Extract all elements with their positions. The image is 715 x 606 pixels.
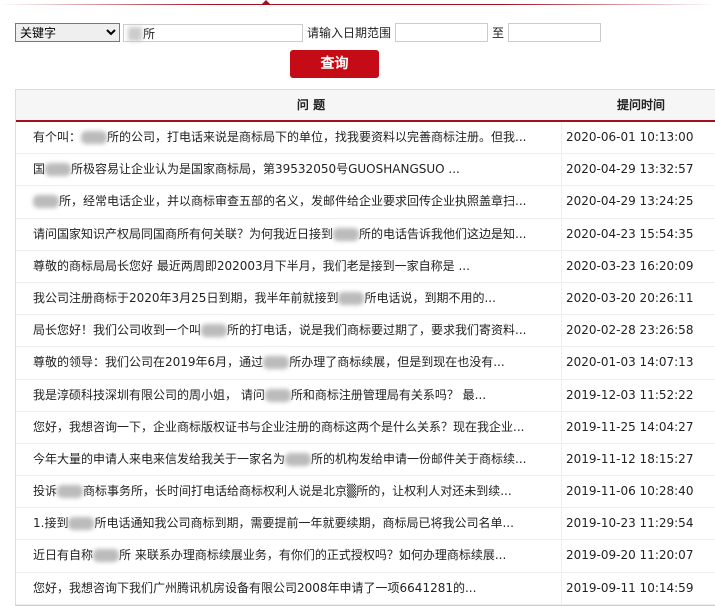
question-text-rest: 所的公司，打电话来说是商标局下的单位，找我要资料以完善商标注册。但我...: [107, 130, 527, 144]
question-link[interactable]: 我公司注册商标于2020年3月25日到期，我半年前就接到 所电话说，到期不用的..…: [16, 282, 562, 315]
table-row: 尊敬的领导：我们公司在2019年6月，通过 所办理了商标续展，但是到现在也没有..…: [16, 347, 715, 380]
table-row: 今年大量的申请人来电来信发给我关于一家名为 所的机构发给申请一份邮件关于商标续..…: [16, 443, 715, 477]
header-question: 问 题: [296, 98, 326, 112]
question-text: 请问国家知识产权局同国商所有何关联？为何我近日接到: [33, 226, 334, 241]
questions-table: 问 题 提问时间 有个叫： 所的公司，打电话来说是商标局下的单位，找我要资料以完善…: [15, 89, 715, 606]
question-text: 我是淳硕科技深圳有限公司的周小姐， 请问: [33, 387, 265, 402]
table-row: 有个叫： 所的公司，打电话来说是商标局下的单位，找我要资料以完善商标注册。但我..…: [16, 122, 715, 155]
question-text: 近日有自称: [33, 548, 94, 563]
question-link[interactable]: 请问国家知识产权局同国商所有何关联？为何我近日接到 所的电话告诉我他们这边是知..…: [16, 218, 562, 250]
question-time: 2019-11-12 18:15:27: [566, 451, 694, 466]
table-row: 请问国家知识产权局同国商所有何关联？为何我近日接到 所的电话告诉我他们这边是知..…: [16, 218, 715, 251]
table-row: 近日有自称 所 来联系办理商标续展业务，有你们的正式授权吗？如何办理商标续展...…: [16, 540, 715, 573]
question-time: 2020-04-23 15:54:35: [566, 226, 694, 241]
header-time: 提问时间: [616, 98, 665, 112]
divider-caret-icon: [262, 0, 270, 4]
question-text: 有个叫：: [33, 130, 82, 144]
redacted-blur: [201, 324, 228, 338]
date-to-input[interactable]: [508, 23, 602, 42]
redacted-blur: [128, 27, 142, 41]
top-divider: [0, 4, 715, 5]
question-text-rest: 所电话通知我公司商标到期，需要提前一年就要续期，商标局已将我公司名单...: [94, 516, 514, 531]
question-text-rest: 所，经常电话企业，并以商标审查五部的名义，发邮件给企业要求回传企业执照盖章扫..…: [59, 194, 527, 209]
question-text-rest: 商标事务所，长时间打电话给商标权利人说是北京▒所的，让权利人对还未到续...: [83, 484, 512, 499]
question-link[interactable]: 近日有自称 所 来联系办理商标续展业务，有你们的正式授权吗？如何办理商标续展...: [16, 540, 562, 572]
table-row: 1.接到 所电话通知我公司商标到期，需要提前一年就要续期，商标局已将我公司名单..…: [16, 508, 715, 541]
keyword-value: 所: [143, 26, 156, 41]
question-link[interactable]: 国 所极容易让企业认为是国家商标局，第39532050号GUOSHANGSUO .…: [16, 154, 562, 186]
question-time: 2019-09-20 11:20:07: [566, 548, 694, 563]
redacted-blur: [333, 227, 360, 241]
question-text: 您好，我想咨询一下，企业商标版权证书与企业注册的商标这两个是什么关系？现在我企业…: [33, 419, 525, 434]
question-time: 2019-11-25 14:04:27: [566, 419, 694, 434]
question-text: 您好，我想咨询下我们广州腾讯机房设备有限公司2008年申请了一项6641281的…: [33, 580, 477, 595]
redacted-blur: [45, 163, 72, 177]
redacted-blur: [93, 549, 120, 563]
question-link[interactable]: 所，经常电话企业，并以商标审查五部的名义，发邮件给企业要求回传企业执照盖章扫..…: [16, 186, 562, 218]
redacted-blur: [264, 388, 291, 402]
question-text-rest: 所和商标注册管理局有关系吗？ 最...: [290, 387, 487, 402]
table-header: 问 题 提问时间: [16, 90, 715, 122]
question-link[interactable]: 有个叫： 所的公司，打电话来说是商标局下的单位，找我要资料以完善商标注册。但我..…: [16, 122, 562, 154]
question-text: 尊敬的领导：我们公司在2019年6月，通过: [33, 355, 264, 370]
table-row: 国 所极容易让企业认为是国家商标局，第39532050号GUOSHANGSUO .…: [16, 154, 715, 187]
question-link[interactable]: 今年大量的申请人来电来信发给我关于一家名为 所的机构发给申请一份邮件关于商标续..…: [16, 443, 562, 476]
question-link[interactable]: 您好，我想咨询一下，企业商标版权证书与企业注册的商标这两个是什么关系？现在我企业…: [16, 411, 562, 443]
question-time: 2019-09-11 10:14:59: [566, 580, 694, 595]
table-row: 您好，我想咨询一下，企业商标版权证书与企业注册的商标这两个是什么关系？现在我企业…: [16, 411, 715, 444]
redacted-blur: [338, 291, 365, 305]
question-link[interactable]: 投诉 商标事务所，长时间打电话给商标权利人说是北京▒所的，让权利人对还未到续...: [16, 476, 562, 508]
question-text: 1.接到: [33, 516, 69, 531]
question-text-rest: 所电话说，到期不用的...: [364, 290, 496, 305]
table-row: 尊敬的商标局局长您好 最近两周即202003月下半月，我们老是接到一家自称是 .…: [16, 250, 715, 283]
date-range-label: 请输入日期范围: [307, 26, 392, 40]
redacted-blur: [263, 356, 290, 370]
question-time: 2019-11-06 10:28:40: [566, 484, 694, 499]
date-from-input[interactable]: [395, 23, 489, 42]
redacted-blur: [81, 131, 108, 144]
question-time: 2020-03-23 16:20:09: [566, 258, 694, 273]
question-text: 局长您好！我们公司收到一个叫: [33, 323, 202, 338]
question-text: 国: [33, 162, 46, 177]
question-link[interactable]: 尊敬的商标局局长您好 最近两周即202003月下半月，我们老是接到一家自称是 .…: [16, 250, 562, 282]
question-time: 2020-04-29 13:24:25: [566, 194, 694, 209]
search-bar: 关键字 所 请输入日期范围 至: [15, 23, 602, 42]
date-to-label: 至: [492, 26, 505, 40]
question-time: 2020-04-29 13:32:57: [566, 162, 694, 177]
redacted-blur: [68, 517, 95, 531]
question-text: 尊敬的商标局局长您好 最近两周即202003月下半月，我们老是接到一家自称是 .…: [33, 258, 470, 273]
question-link[interactable]: 尊敬的领导：我们公司在2019年6月，通过 所办理了商标续展，但是到现在也没有..…: [16, 347, 562, 379]
question-time: 2020-02-28 23:26:58: [566, 323, 694, 338]
redacted-blur: [33, 195, 59, 209]
question-text-rest: 所办理了商标续展，但是到现在也没有...: [289, 355, 505, 370]
search-button[interactable]: 查询: [290, 50, 379, 78]
question-time: 2020-01-03 14:07:13: [566, 355, 694, 370]
table-row: 我公司注册商标于2020年3月25日到期，我半年前就接到 所电话说，到期不用的..…: [16, 282, 715, 316]
question-time: 2020-03-20 20:26:11: [566, 290, 694, 305]
question-text-rest: 所的打电话，说是我们商标要过期了，要求我们寄资料...: [227, 323, 527, 338]
question-link[interactable]: 您好，我想咨询下我们广州腾讯机房设备有限公司2008年申请了一项6641281的…: [16, 572, 562, 604]
question-time: 2020-06-01 10:13:00: [566, 130, 694, 144]
table-row: 投诉 商标事务所，长时间打电话给商标权利人说是北京▒所的，让权利人对还未到续...…: [16, 476, 715, 509]
question-text-rest: 所极容易让企业认为是国家商标局，第39532050号GUOSHANGSUO ..…: [71, 162, 460, 177]
question-text: 我公司注册商标于2020年3月25日到期，我半年前就接到: [33, 290, 339, 305]
keyword-input[interactable]: 所: [123, 23, 303, 42]
question-time: 2019-12-03 11:52:22: [566, 387, 694, 402]
field-select[interactable]: 关键字: [15, 23, 120, 42]
question-text-rest: 所的机构发给申请一份邮件关于商标续...: [311, 451, 527, 466]
question-text-rest: 所的电话告诉我他们这边是知...: [359, 226, 527, 241]
table-row: 所，经常电话企业，并以商标审查五部的名义，发邮件给企业要求回传企业执照盖章扫..…: [16, 186, 715, 219]
redacted-blur: [57, 485, 84, 499]
question-text-rest: 所 来联系办理商标续展业务，有你们的正式授权吗？如何办理商标续展...: [119, 548, 507, 563]
table-row: 局长您好！我们公司收到一个叫 所的打电话，说是我们商标要过期了，要求我们寄资料..…: [16, 315, 715, 348]
question-text: 今年大量的申请人来电来信发给我关于一家名为: [33, 451, 286, 466]
question-text: 投诉: [33, 484, 58, 499]
redacted-blur: [285, 452, 312, 466]
question-link[interactable]: 1.接到 所电话通知我公司商标到期，需要提前一年就要续期，商标局已将我公司名单..…: [16, 508, 562, 540]
question-time: 2019-10-23 11:29:54: [566, 516, 694, 531]
question-link[interactable]: 局长您好！我们公司收到一个叫 所的打电话，说是我们商标要过期了，要求我们寄资料..…: [16, 315, 562, 347]
question-link[interactable]: 我是淳硕科技深圳有限公司的周小姐， 请问 所和商标注册管理局有关系吗？ 最...: [16, 379, 562, 411]
table-row: 您好，我想咨询下我们广州腾讯机房设备有限公司2008年申请了一项6641281的…: [16, 572, 715, 605]
table-row: 我是淳硕科技深圳有限公司的周小姐， 请问 所和商标注册管理局有关系吗？ 最... 2…: [16, 379, 715, 412]
